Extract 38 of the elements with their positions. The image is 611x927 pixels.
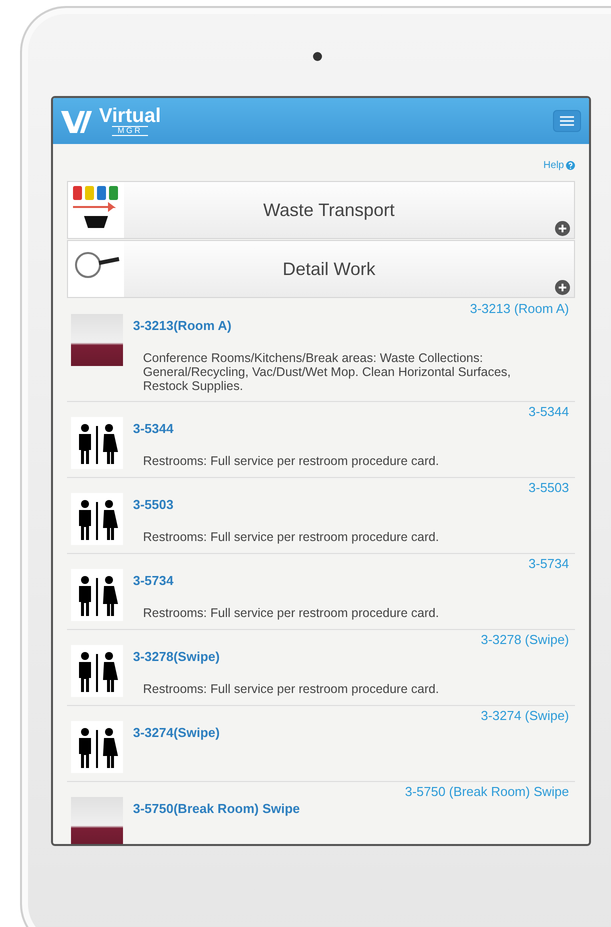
logo-subtext: MGR <box>112 126 148 136</box>
restroom-icon <box>71 417 123 469</box>
room-title-link[interactable]: 3-3278(Swipe) <box>133 649 220 664</box>
room-code-link[interactable]: 3-3274 (Swipe) <box>480 708 569 723</box>
restroom-icon <box>71 493 123 545</box>
room-title-link[interactable]: 3-3213(Room A) <box>133 318 232 333</box>
logo-text: Virtual <box>99 106 161 126</box>
room-description: Conference Rooms/Kitchens/Break areas: Waste Collections: General/Recycling, Vac/Dust/Wet Mop. Clean Horizontal Surfaces, Restock Supplies. <box>143 351 512 393</box>
restroom-icon <box>71 569 123 621</box>
photo-placeholder <box>71 797 123 844</box>
category-label: Detail Work <box>282 258 376 280</box>
room-title-link[interactable]: 3-5344 <box>133 421 174 436</box>
room-code-link[interactable]: 3-5503 <box>528 480 569 495</box>
room-title-link[interactable]: 3-5503 <box>133 497 174 512</box>
room-code-link[interactable]: 3-5734 <box>528 556 569 571</box>
menu-icon <box>560 116 574 126</box>
room-title-link[interactable]: 3-5750(Break Room) Swipe <box>133 801 300 816</box>
room-code-link[interactable]: 3-3278 (Swipe) <box>480 632 569 647</box>
room-description: Restrooms: Full service per restroom procedure card. <box>143 454 439 468</box>
help-link[interactable]: Help <box>543 160 575 171</box>
restroom-icon <box>71 645 123 697</box>
room-title-link[interactable]: 3-5734 <box>133 573 174 588</box>
category-card[interactable]: Waste Transport <box>67 181 575 239</box>
restroom-icon <box>71 721 123 773</box>
category-label: Waste Transport <box>263 200 395 220</box>
menu-button[interactable] <box>553 110 581 132</box>
room-description: Restrooms: Full service per restroom procedure card. <box>143 530 439 544</box>
photo-placeholder <box>71 314 123 366</box>
room-code-link[interactable]: 3-5344 <box>528 404 569 419</box>
plus-icon[interactable] <box>555 221 570 236</box>
help-icon <box>566 161 575 170</box>
room-title-link[interactable]: 3-3274(Swipe) <box>133 725 220 740</box>
room-description: Restrooms: Full service per restroom procedure card. <box>143 606 439 620</box>
category-card[interactable]: Detail Work <box>67 240 575 298</box>
room-code-link[interactable]: 3-5750 (Break Room) Swipe <box>404 784 569 799</box>
room-code-link[interactable]: 3-3213 (Room A) <box>470 301 569 316</box>
room-description: Restrooms: Full service per restroom procedure card. <box>143 682 439 696</box>
plus-icon[interactable] <box>555 280 570 295</box>
